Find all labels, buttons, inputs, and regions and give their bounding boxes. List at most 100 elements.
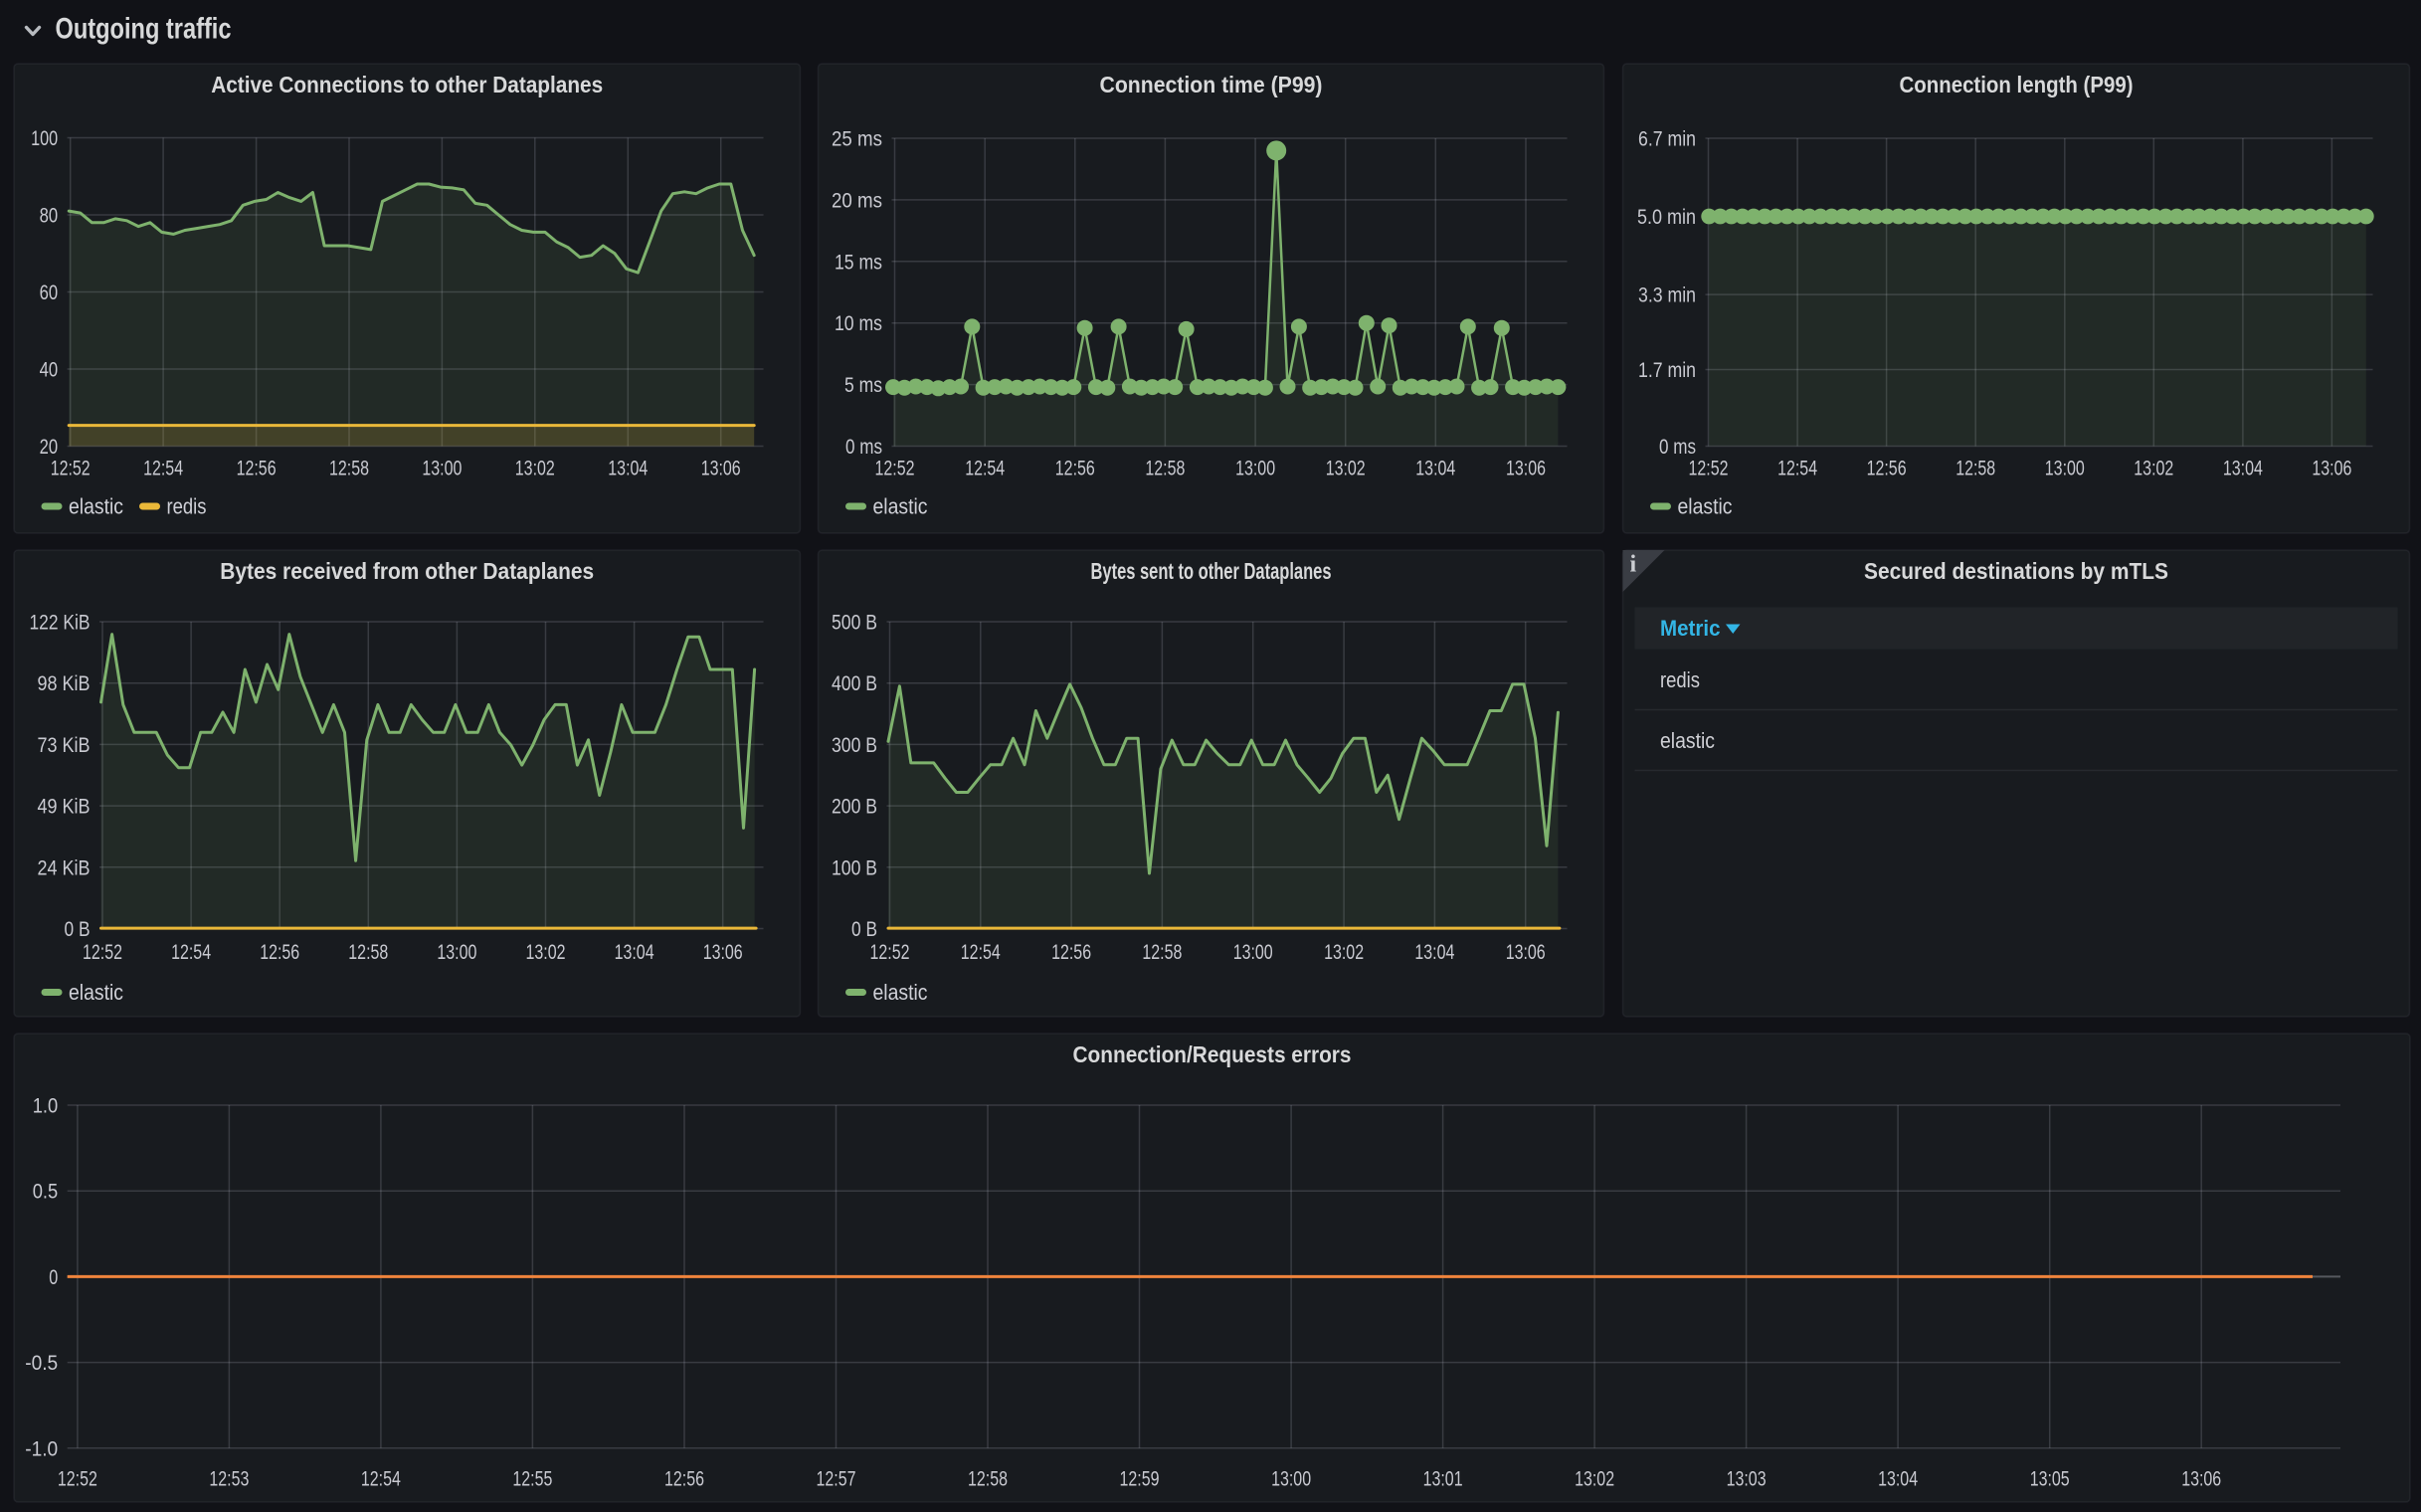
svg-text:200 B: 200 B [832,795,877,819]
svg-text:Bytes received from other Data: Bytes received from other Dataplanes [220,558,594,584]
svg-text:13:02: 13:02 [2134,457,2173,480]
svg-text:13:05: 13:05 [2030,1467,2070,1491]
svg-text:Connection length (P99): Connection length (P99) [1900,72,2134,97]
svg-text:12:56: 12:56 [260,940,299,964]
svg-text:12:56: 12:56 [237,457,277,480]
svg-text:13:04: 13:04 [1415,457,1455,480]
svg-text:redis: redis [167,494,207,519]
svg-text:12:52: 12:52 [1689,457,1729,480]
svg-text:12:52: 12:52 [58,1467,97,1491]
svg-text:20: 20 [40,435,59,459]
svg-text:13:06: 13:06 [1506,457,1546,480]
svg-text:12:52: 12:52 [51,457,91,480]
svg-text:98 KiB: 98 KiB [38,671,91,695]
svg-text:13:00: 13:00 [1233,940,1273,964]
svg-text:elastic: elastic [873,494,928,519]
svg-text:13:02: 13:02 [1326,457,1366,480]
svg-text:40: 40 [40,358,59,382]
svg-text:80: 80 [40,204,59,228]
svg-text:13:04: 13:04 [2223,457,2263,480]
svg-text:12:52: 12:52 [870,940,910,964]
svg-text:12:54: 12:54 [961,940,1001,964]
svg-text:13:02: 13:02 [515,457,555,480]
svg-text:0 ms: 0 ms [845,435,882,459]
svg-text:13:06: 13:06 [1506,940,1546,964]
svg-text:13:02: 13:02 [526,940,566,964]
svg-text:12:54: 12:54 [1777,457,1817,480]
svg-text:100 B: 100 B [832,855,877,879]
svg-text:Active Connections to other Da: Active Connections to other Dataplanes [211,72,603,97]
svg-text:12:54: 12:54 [143,457,183,480]
svg-text:13:06: 13:06 [2312,457,2351,480]
svg-text:3.3 min: 3.3 min [1638,284,1696,307]
svg-text:13:00: 13:00 [437,940,476,964]
svg-text:12:54: 12:54 [965,457,1005,480]
svg-text:Connection time (P99): Connection time (P99) [1100,72,1323,97]
svg-text:12:58: 12:58 [1145,457,1185,480]
svg-text:Secured destinations by mTLS: Secured destinations by mTLS [1864,558,2168,584]
svg-text:12:56: 12:56 [1051,940,1091,964]
svg-text:12:54: 12:54 [361,1467,401,1491]
svg-text:24 KiB: 24 KiB [38,855,91,879]
svg-text:13:01: 13:01 [1423,1467,1463,1491]
svg-text:redis: redis [1660,667,1700,692]
svg-text:15 ms: 15 ms [835,250,882,274]
svg-text:13:06: 13:06 [703,940,743,964]
svg-text:1.7 min: 1.7 min [1638,358,1696,382]
svg-text:12:57: 12:57 [817,1467,856,1491]
svg-text:13:00: 13:00 [422,457,462,480]
svg-text:13:04: 13:04 [615,940,654,964]
svg-text:12:58: 12:58 [968,1467,1008,1491]
svg-text:elastic: elastic [1678,494,1733,519]
svg-text:Metric: Metric [1660,616,1721,641]
svg-text:12:52: 12:52 [875,457,915,480]
svg-text:5.0 min: 5.0 min [1637,205,1696,229]
svg-text:12:56: 12:56 [664,1467,704,1491]
svg-text:25 ms: 25 ms [832,127,882,151]
svg-text:13:02: 13:02 [1324,940,1364,964]
svg-text:12:58: 12:58 [329,457,369,480]
svg-text:elastic: elastic [873,980,928,1005]
svg-text:i: i [1630,552,1637,578]
svg-text:10 ms: 10 ms [835,311,882,335]
svg-text:13:06: 13:06 [2181,1467,2221,1491]
svg-text:400 B: 400 B [832,671,877,695]
svg-text:elastic: elastic [69,494,123,519]
svg-text:1.0: 1.0 [33,1094,59,1118]
svg-text:60: 60 [40,281,59,304]
svg-text:12:58: 12:58 [1955,457,1995,480]
svg-text:13:00: 13:00 [1271,1467,1311,1491]
svg-text:0 B: 0 B [851,917,877,941]
svg-text:0 ms: 0 ms [1659,435,1696,459]
svg-text:Connection/Requests errors: Connection/Requests errors [1073,1041,1352,1067]
svg-text:13:04: 13:04 [608,457,648,480]
svg-text:500 B: 500 B [832,611,877,635]
svg-text:-1.0: -1.0 [25,1436,58,1460]
svg-text:Bytes sent to other Dataplanes: Bytes sent to other Dataplanes [1091,558,1332,584]
svg-text:elastic: elastic [69,980,123,1005]
svg-text:0: 0 [49,1265,58,1289]
svg-text:49 KiB: 49 KiB [38,795,91,819]
svg-text:0.5: 0.5 [33,1180,59,1204]
svg-text:12:58: 12:58 [1142,940,1182,964]
svg-text:122 KiB: 122 KiB [30,611,91,635]
svg-text:12:58: 12:58 [348,940,388,964]
svg-text:13:04: 13:04 [1414,940,1454,964]
svg-text:-0.5: -0.5 [25,1351,58,1375]
svg-text:13:06: 13:06 [701,457,741,480]
svg-text:13:02: 13:02 [1575,1467,1614,1491]
svg-text:12:53: 12:53 [209,1467,249,1491]
svg-text:13:00: 13:00 [2045,457,2085,480]
svg-text:13:04: 13:04 [1878,1467,1918,1491]
svg-text:100: 100 [31,126,58,150]
svg-text:12:56: 12:56 [1867,457,1907,480]
svg-text:12:54: 12:54 [171,940,211,964]
svg-text:5 ms: 5 ms [844,373,882,397]
svg-text:12:52: 12:52 [83,940,122,964]
svg-text:elastic: elastic [1660,728,1715,753]
svg-text:6.7 min: 6.7 min [1638,127,1696,151]
svg-text:12:59: 12:59 [1120,1467,1160,1491]
svg-text:20 ms: 20 ms [832,188,882,212]
svg-text:73 KiB: 73 KiB [38,733,91,757]
svg-text:300 B: 300 B [832,733,877,757]
